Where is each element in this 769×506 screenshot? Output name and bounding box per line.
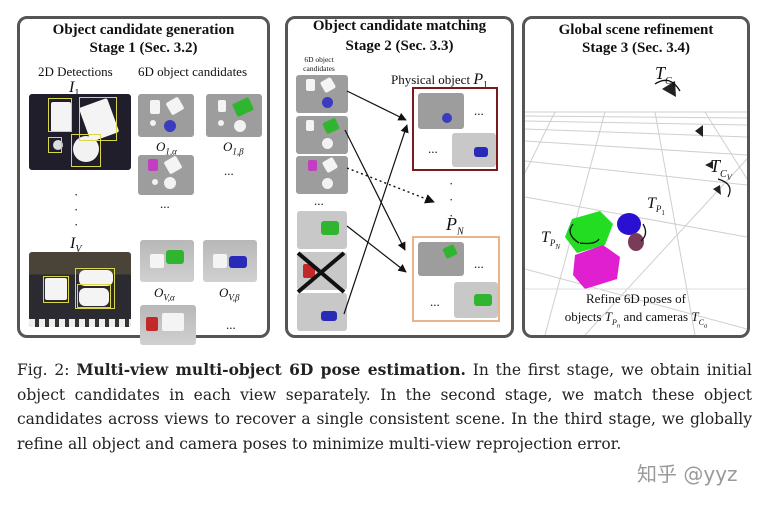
object-pose-tp1-label: TP1 [647,195,665,217]
figure-caption: Fig. 2: Multi-view multi-object 6D pose … [17,358,752,456]
camera-pose-tcv-label: TCV [710,156,732,182]
match-arrow [346,225,407,273]
object-green [565,211,613,253]
camera-icon [713,185,721,195]
stage3-panel: Global scene refinement Stage 3 (Sec. 3.… [522,16,750,338]
match-arrow [346,90,407,121]
refine-caption-line1: Refine 6D poses of [585,291,686,306]
watermark: 知乎 @yyz [637,462,738,486]
object-purple [628,233,644,251]
caption-title: Multi-view multi-object 6D pose estimati… [76,360,466,379]
object-blue [617,213,641,235]
caption-prefix: Fig. 2: [17,361,77,379]
object-pose-tpn-label: TPN [541,229,561,251]
refine-caption-line2: objects TPn and cameras TCa [564,309,708,330]
camera-pose-tc1-label: TC1 [655,63,676,89]
match-arrow [343,124,409,315]
